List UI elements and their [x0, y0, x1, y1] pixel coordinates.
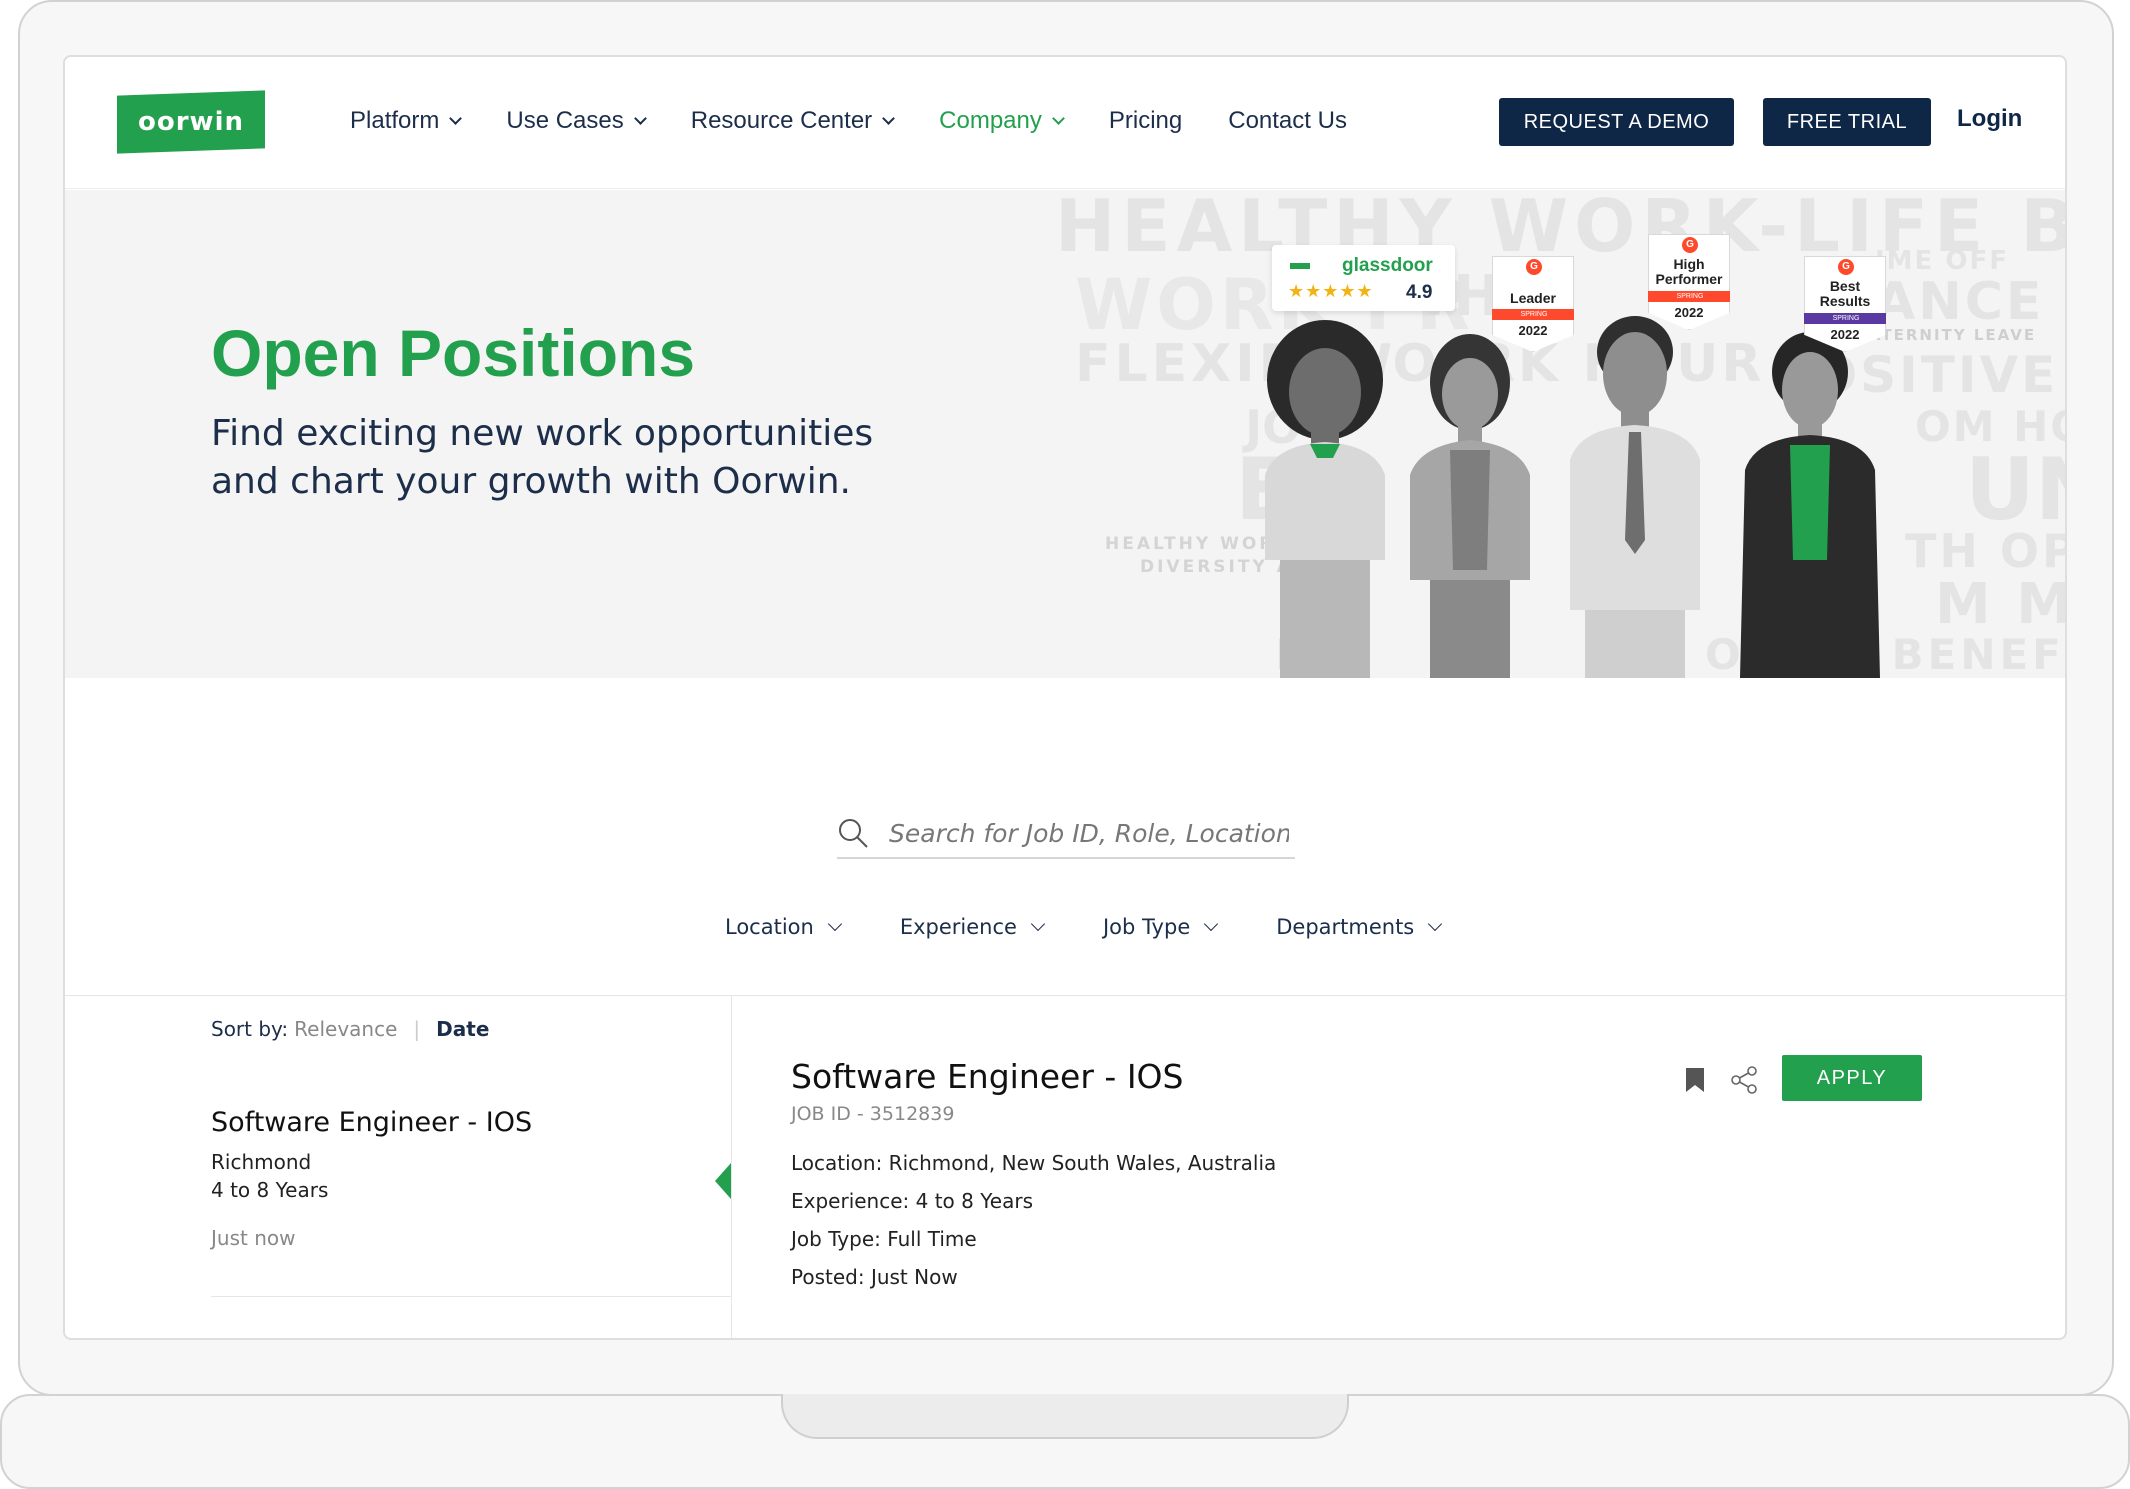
bg-word: M ME [1935, 572, 2065, 637]
rating-stars-icon: ★★★★★ [1288, 281, 1374, 301]
sort-control: Sort by: Relevance | Date [211, 1017, 489, 1041]
glassdoor-rating: 4.9 [1406, 282, 1433, 303]
g2-badge-title: Leader [1510, 290, 1556, 306]
search-icon [839, 819, 868, 848]
selected-indicator [715, 1163, 731, 1199]
section-divider [65, 995, 2065, 996]
chevron-down-icon [1052, 111, 1065, 125]
sort-option-date[interactable]: Date [436, 1017, 489, 1041]
glassdoor-name: glassdoor [1342, 255, 1433, 276]
g2-badge-ribbon: SPRING [1492, 309, 1574, 320]
g2-badge-year: 2022 [1674, 305, 1704, 320]
filter-label: Job Type [1102, 915, 1191, 939]
nav-label: Company [939, 107, 1042, 134]
filter-label: Departments [1276, 915, 1415, 939]
person-1 [1265, 320, 1385, 678]
nav-item-company[interactable]: Company [939, 107, 1065, 135]
nav-label: Use Cases [506, 107, 624, 134]
column-divider [731, 995, 732, 1338]
glassdoor-icon [1290, 263, 1310, 269]
chevron-down-icon [1428, 916, 1443, 932]
chevron-down-icon [1030, 916, 1046, 932]
g2-badge-best-results: G Best Results SPRING 2022 [1804, 256, 1886, 352]
share-icon[interactable] [1729, 1065, 1759, 1095]
job-title: Software Engineer - IOS [211, 1107, 533, 1138]
job-experience: 4 to 8 Years [211, 1178, 329, 1202]
free-trial-button[interactable]: FREE TRIAL [1763, 98, 1931, 146]
chevron-down-icon [827, 916, 842, 932]
g2-badge-title: High Performer [1655, 256, 1723, 287]
filter-bar: Location Experience Job Type Departments [725, 915, 1500, 939]
search-input[interactable] [889, 815, 1289, 851]
filter-departments[interactable]: Departments [1276, 915, 1443, 939]
g2-badge-ribbon: SPRING [1648, 291, 1730, 302]
sort-separator: | [413, 1017, 421, 1041]
site-header: oorwin Platform Use Cases Resource Cente… [65, 57, 2065, 189]
job-list-item[interactable]: Software Engineer - IOS Richmond 4 to 8 … [211, 1107, 731, 1297]
job-detail-posted: Posted: Just Now [791, 1265, 958, 1289]
nav-item-platform[interactable]: Platform [350, 107, 463, 135]
g2-badge-title: Best Results [1819, 278, 1871, 309]
filter-label: Experience [899, 915, 1017, 939]
apply-button[interactable]: APPLY [1782, 1055, 1922, 1101]
nav-label: Resource Center [690, 107, 873, 134]
nav-item-resource-center[interactable]: Resource Center [690, 107, 896, 135]
filter-job-type[interactable]: Job Type [1102, 915, 1219, 939]
sort-option-relevance[interactable]: Relevance [294, 1017, 397, 1041]
job-detail-location: Location: Richmond, New South Wales, Aus… [791, 1151, 1277, 1175]
main-nav: Platform Use Cases Resource Center Compa… [350, 107, 1393, 135]
job-location: Richmond [211, 1150, 312, 1174]
job-search [837, 809, 1295, 859]
laptop-notch [781, 1394, 1349, 1439]
g2-badge-ribbon: SPRING [1804, 313, 1886, 324]
bg-word: IME OFF [1875, 246, 2009, 276]
browser-screen: oorwin Platform Use Cases Resource Cente… [63, 55, 2067, 1340]
nav-item-contact-us[interactable]: Contact Us [1228, 107, 1347, 135]
chevron-down-icon [1204, 916, 1219, 932]
job-detail-experience: Experience: 4 to 8 Years [791, 1189, 1033, 1213]
job-detail-title: Software Engineer - IOS [791, 1057, 1184, 1096]
oorwin-logo[interactable]: oorwin [117, 90, 265, 154]
page-title: Open Positions [211, 316, 696, 390]
nav-label: Pricing [1108, 107, 1183, 134]
login-link[interactable]: Login [1957, 105, 2022, 133]
glassdoor-badge: glassdoor ★★★★★ 4.9 [1272, 245, 1455, 311]
g2-badge-high-performer: G High Performer SPRING 2022 [1648, 234, 1730, 330]
nav-item-use-cases[interactable]: Use Cases [506, 107, 647, 135]
job-detail-id: JOB ID - 3512839 [791, 1103, 955, 1125]
person-4 [1740, 332, 1880, 678]
request-demo-button[interactable]: REQUEST A DEMO [1499, 98, 1734, 146]
nav-item-pricing[interactable]: Pricing [1109, 107, 1182, 135]
g2-icon: G [1838, 259, 1854, 275]
bookmark-icon[interactable] [1685, 1067, 1705, 1093]
g2-badge-year: 2022 [1518, 323, 1548, 338]
sort-label: Sort by: [211, 1017, 289, 1041]
chevron-down-icon [633, 111, 647, 125]
g2-icon: G [1682, 237, 1698, 253]
job-posted: Just now [211, 1226, 296, 1250]
page-subtitle: Find exciting new work opportunities and… [211, 413, 874, 502]
person-2 [1410, 334, 1530, 678]
chevron-down-icon [449, 111, 463, 125]
g2-icon: G [1526, 259, 1542, 275]
person-3 [1570, 316, 1700, 678]
nav-label: Contact Us [1228, 107, 1347, 134]
logo-text: oorwin [138, 107, 244, 137]
team-photo [1265, 316, 1880, 678]
nav-label: Platform [350, 107, 440, 134]
job-detail-type: Job Type: Full Time [791, 1227, 977, 1251]
g2-badge-leader: G Leader SPRING 2022 [1492, 256, 1574, 352]
filter-experience[interactable]: Experience [899, 915, 1046, 939]
chevron-down-icon [882, 111, 896, 125]
g2-badge-year: 2022 [1830, 327, 1860, 342]
hero-banner: HEALTHY WORK-LIFE BA WORK FR TH ANCE FLE… [65, 190, 2065, 678]
filter-label: Location [725, 915, 814, 939]
filter-location[interactable]: Location [725, 915, 842, 939]
